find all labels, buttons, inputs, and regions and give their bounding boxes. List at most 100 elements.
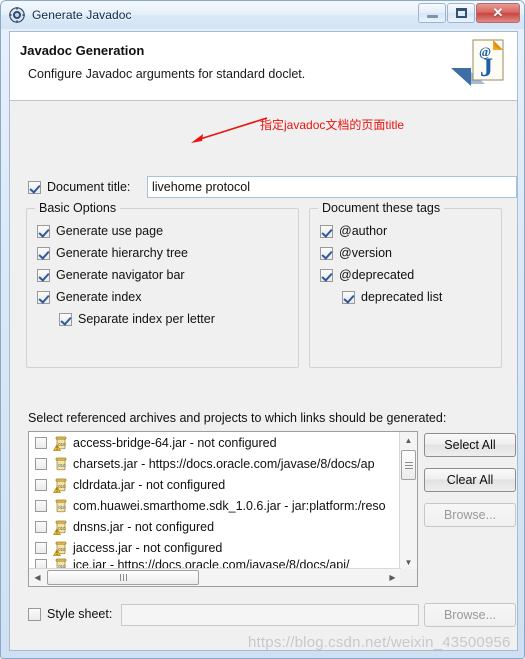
window-controls: ✕ xyxy=(418,3,520,23)
close-button[interactable]: ✕ xyxy=(476,3,520,23)
generate-javadoc-window: Generate Javadoc ✕ Javadoc Generation Co… xyxy=(0,0,525,659)
select-all-button[interactable]: Select All xyxy=(424,433,516,457)
document-title-value: livehome protocol xyxy=(152,180,250,194)
option-generate-index[interactable]: Generate index xyxy=(37,290,141,304)
screenshot-root: Generate Javadoc ✕ Javadoc Generation Co… xyxy=(0,0,525,659)
option-tag-deprecated[interactable]: @deprecated xyxy=(320,268,414,282)
maximize-button[interactable] xyxy=(447,3,475,23)
select-all-label: Select All xyxy=(444,438,496,452)
javadoc-gear-icon xyxy=(9,7,25,23)
deprecated-list-checkbox[interactable] xyxy=(342,290,355,304)
basic-options-group: Basic Options Generate use page Generate… xyxy=(26,201,299,368)
jar-icon: 010 xyxy=(53,498,69,514)
scroll-grip-icon xyxy=(404,464,413,466)
svg-text:010: 010 xyxy=(58,463,66,468)
option-deprecated-list[interactable]: deprecated list xyxy=(342,290,442,304)
wizard-header: Javadoc Generation Configure Javadoc arg… xyxy=(10,32,517,101)
list-item-checkbox[interactable] xyxy=(35,457,47,470)
tag-author-label: @author xyxy=(339,224,388,238)
referenced-archives-list[interactable]: 010 access-bridge-64.jar - not configure… xyxy=(28,431,418,587)
list-item[interactable]: 010 dnsns.jar - not configured xyxy=(29,516,401,537)
tag-author-checkbox[interactable] xyxy=(320,224,333,238)
list-horizontal-scrollbar[interactable]: ◀ ▶ xyxy=(29,568,401,586)
jar-warning-icon: 010 xyxy=(53,477,69,493)
generate-use-page-label: Generate use page xyxy=(56,224,164,238)
browse-style-sheet-button[interactable]: Browse... xyxy=(424,603,516,627)
browse-archives-label: Browse... xyxy=(443,508,497,522)
jar-warning-icon: 010 xyxy=(53,519,69,535)
style-sheet-input[interactable] xyxy=(121,604,419,626)
referenced-archives-rows: 010 access-bridge-64.jar - not configure… xyxy=(29,432,401,571)
jar-warning-icon: 010 xyxy=(53,435,69,451)
page-subtitle: Configure Javadoc arguments for standard… xyxy=(28,67,306,81)
generate-index-label: Generate index xyxy=(56,290,142,304)
tag-version-label: @version xyxy=(339,246,392,260)
list-item[interactable]: 010 cldrdata.jar - not configured xyxy=(29,474,401,495)
vertical-scroll-thumb[interactable] xyxy=(401,450,416,480)
referenced-archives-label: Select referenced archives and projects … xyxy=(28,411,447,425)
basic-options-legend: Basic Options xyxy=(35,201,121,215)
style-sheet-label: Style sheet: xyxy=(47,607,113,621)
annotation-text: 指定javadoc文档的页面title xyxy=(260,118,405,132)
horizontal-scroll-thumb[interactable] xyxy=(47,570,199,585)
generate-navigator-bar-checkbox[interactable] xyxy=(37,268,50,282)
window-titlebar[interactable]: Generate Javadoc ✕ xyxy=(1,1,524,29)
list-item-checkbox[interactable] xyxy=(35,520,47,533)
generate-index-checkbox[interactable] xyxy=(37,290,50,304)
option-tag-author[interactable]: @author xyxy=(320,224,387,238)
javadoc-page-icon: @ J xyxy=(451,38,507,98)
list-vertical-scrollbar[interactable]: ▲ ▼ xyxy=(399,432,417,571)
list-item-label: cldrdata.jar - not configured xyxy=(73,477,226,492)
generate-hierarchy-tree-checkbox[interactable] xyxy=(37,246,50,260)
minimize-icon xyxy=(426,14,438,18)
scroll-left-icon[interactable]: ◀ xyxy=(29,569,46,586)
page-title: Javadoc Generation xyxy=(20,43,145,58)
list-item-checkbox[interactable] xyxy=(35,541,47,554)
svg-text:010: 010 xyxy=(58,484,66,489)
list-item-label: jaccess.jar - not configured xyxy=(73,540,223,555)
close-icon: ✕ xyxy=(492,5,504,20)
generate-hierarchy-tree-label: Generate hierarchy tree xyxy=(56,246,189,260)
option-generate-navigator-bar[interactable]: Generate navigator bar xyxy=(37,268,185,282)
jar-warning-icon: 010 xyxy=(53,540,69,556)
scrollbar-corner xyxy=(400,569,417,586)
list-item-checkbox[interactable] xyxy=(35,499,47,512)
list-item[interactable]: 010 charsets.jar - https://docs.oracle.c… xyxy=(29,453,401,474)
list-item-checkbox[interactable] xyxy=(35,436,47,449)
document-title-input[interactable]: livehome protocol xyxy=(147,176,517,198)
option-generate-hierarchy-tree[interactable]: Generate hierarchy tree xyxy=(37,246,188,260)
scroll-up-icon[interactable]: ▲ xyxy=(400,432,417,449)
svg-text:J: J xyxy=(480,53,493,82)
browse-style-sheet-label: Browse... xyxy=(443,608,497,622)
list-item-label: com.huawei.smarthome.sdk_1.0.6.jar - jar… xyxy=(73,498,386,513)
deprecated-list-label: deprecated list xyxy=(361,290,443,304)
separate-index-per-letter-label: Separate index per letter xyxy=(78,312,215,326)
generate-use-page-checkbox[interactable] xyxy=(37,224,50,238)
list-item[interactable]: 010 jaccess.jar - not configured xyxy=(29,537,401,558)
tag-deprecated-checkbox[interactable] xyxy=(320,268,333,282)
style-sheet-row: Style sheet: xyxy=(28,607,112,621)
separate-index-per-letter-checkbox[interactable] xyxy=(59,312,72,326)
maximize-icon xyxy=(455,8,467,18)
document-tags-group: Document these tags @author @version @de… xyxy=(309,201,502,368)
style-sheet-checkbox[interactable] xyxy=(28,607,41,621)
option-tag-version[interactable]: @version xyxy=(320,246,392,260)
generate-navigator-bar-label: Generate navigator bar xyxy=(56,268,185,282)
clear-all-button[interactable]: Clear All xyxy=(424,468,516,492)
scroll-grip-icon xyxy=(122,574,124,581)
svg-text:010: 010 xyxy=(58,526,66,531)
list-item-checkbox[interactable] xyxy=(35,478,47,491)
scroll-right-icon[interactable]: ▶ xyxy=(384,569,401,586)
tag-deprecated-label: @deprecated xyxy=(339,268,415,282)
list-item-label: access-bridge-64.jar - not configured xyxy=(73,435,277,450)
browse-archives-button[interactable]: Browse... xyxy=(424,503,516,527)
minimize-button[interactable] xyxy=(418,3,446,23)
list-item[interactable]: 010 com.huawei.smarthome.sdk_1.0.6.jar -… xyxy=(29,495,401,516)
document-title-row: Document title: xyxy=(28,180,130,194)
option-separate-index-per-letter[interactable]: Separate index per letter xyxy=(59,312,215,326)
tag-version-checkbox[interactable] xyxy=(320,246,333,260)
list-item[interactable]: 010 access-bridge-64.jar - not configure… xyxy=(29,432,401,453)
option-generate-use-page[interactable]: Generate use page xyxy=(37,224,163,238)
document-title-label: Document title: xyxy=(47,180,131,194)
document-title-checkbox[interactable] xyxy=(28,180,41,194)
